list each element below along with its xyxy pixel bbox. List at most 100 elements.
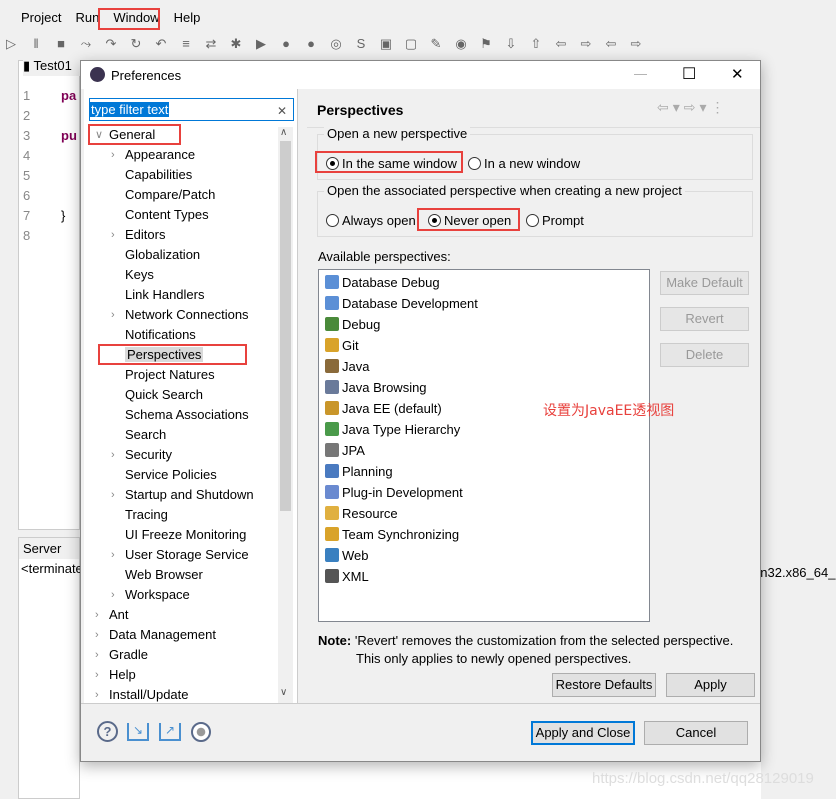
- toolbar-button-icon[interactable]: ▷: [2, 35, 20, 53]
- scroll-down-icon[interactable]: ∨: [280, 687, 287, 698]
- tree-item-help[interactable]: › Help: [95, 665, 136, 685]
- perspectives-list[interactable]: Database Debug Database Development Debug G…: [318, 269, 650, 622]
- toolbar-button-icon[interactable]: ⇦: [602, 35, 620, 53]
- toolbar-button-icon[interactable]: ↶: [152, 35, 170, 53]
- toolbar-button-icon[interactable]: ↻: [127, 35, 145, 53]
- server-tab[interactable]: Server: [19, 538, 79, 559]
- toolbar-button-icon[interactable]: ⤳: [77, 35, 95, 53]
- perspective-item[interactable]: Java Type Hierarchy: [325, 419, 460, 440]
- perspective-item[interactable]: Planning: [325, 461, 393, 482]
- tree-item-editors[interactable]: › Editors: [111, 225, 165, 245]
- toolbar-button-icon[interactable]: S: [352, 35, 370, 53]
- toolbar-button-icon[interactable]: ↷: [102, 35, 120, 53]
- perspective-item[interactable]: Java EE (default): [325, 398, 442, 419]
- record-icon[interactable]: [191, 722, 211, 742]
- tree-item-content-types[interactable]: Content Types: [125, 205, 209, 225]
- toolbar-button-icon[interactable]: ⇨: [577, 35, 595, 53]
- radio-always-open[interactable]: Always open: [326, 213, 416, 228]
- tree-item-capabilities[interactable]: Capabilities: [125, 165, 192, 185]
- toolbar-button-icon[interactable]: ▶: [252, 35, 270, 53]
- menu-run[interactable]: Run: [68, 10, 106, 25]
- chevron-right-icon[interactable]: ›: [111, 445, 115, 465]
- tree-item-search[interactable]: Search: [125, 425, 166, 445]
- toolbar-button-icon[interactable]: ⇦: [552, 35, 570, 53]
- filter-input[interactable]: type filter text ✕: [89, 98, 294, 121]
- apply-and-close-button[interactable]: Apply and Close: [531, 721, 635, 745]
- tree-item-gradle[interactable]: › Gradle: [95, 645, 148, 665]
- revert-button[interactable]: Revert: [660, 307, 749, 331]
- maximize-button[interactable]: ☐: [682, 64, 696, 84]
- tree-item-project-natures[interactable]: Project Natures: [125, 365, 215, 385]
- perspective-item[interactable]: Web: [325, 545, 369, 566]
- chevron-right-icon[interactable]: ›: [95, 625, 99, 645]
- radio-never-open[interactable]: Never open: [428, 213, 511, 228]
- perspective-item[interactable]: Database Development: [325, 293, 478, 314]
- toolbar-button-icon[interactable]: ●: [302, 35, 320, 53]
- tree-item-data-management[interactable]: › Data Management: [95, 625, 216, 645]
- perspective-item[interactable]: Java: [325, 356, 369, 377]
- toolbar-button-icon[interactable]: ⇨: [627, 35, 645, 53]
- toolbar-button-icon[interactable]: ⇄: [202, 35, 220, 53]
- chevron-right-icon[interactable]: ›: [95, 665, 99, 685]
- tree-item-network-connections[interactable]: › Network Connections: [111, 305, 249, 325]
- toolbar-button-icon[interactable]: ⇧: [527, 35, 545, 53]
- restore-defaults-button[interactable]: Restore Defaults: [552, 673, 656, 697]
- toolbar-button-icon[interactable]: ■: [52, 35, 70, 53]
- chevron-right-icon[interactable]: ›: [111, 485, 115, 505]
- radio-same-window[interactable]: In the same window: [326, 156, 457, 171]
- delete-button[interactable]: Delete: [660, 343, 749, 367]
- tree-item-workspace[interactable]: › Workspace: [111, 585, 190, 605]
- toolbar-button-icon[interactable]: ✎: [427, 35, 445, 53]
- tree-scrollbar-thumb[interactable]: [280, 141, 291, 511]
- help-icon[interactable]: ?: [97, 721, 118, 742]
- toolbar-button-icon[interactable]: ◎: [327, 35, 345, 53]
- toolbar-button-icon[interactable]: ●: [277, 35, 295, 53]
- menu-window[interactable]: Window: [106, 10, 166, 25]
- cancel-button[interactable]: Cancel: [644, 721, 748, 745]
- menu-help[interactable]: Help: [167, 10, 208, 25]
- perspective-item[interactable]: Team Synchronizing: [325, 524, 459, 545]
- chevron-right-icon[interactable]: ›: [111, 585, 115, 605]
- export-icon[interactable]: ↗: [159, 723, 181, 741]
- import-icon[interactable]: ↘: [127, 723, 149, 741]
- chevron-right-icon[interactable]: ›: [95, 685, 99, 703]
- tree-item-notifications[interactable]: Notifications: [125, 325, 196, 345]
- chevron-right-icon[interactable]: ›: [111, 545, 115, 565]
- close-button[interactable]: ✕: [731, 65, 744, 83]
- chevron-right-icon[interactable]: ›: [111, 225, 115, 245]
- chevron-right-icon[interactable]: ›: [111, 145, 115, 165]
- make-default-button[interactable]: Make Default: [660, 271, 749, 295]
- tree-item-ui-freeze-monitoring[interactable]: UI Freeze Monitoring: [125, 525, 246, 545]
- editor-tab[interactable]: ▮ Test01: [23, 56, 83, 76]
- toolbar-button-icon[interactable]: ‖: [27, 35, 45, 53]
- minimize-button[interactable]: —: [634, 66, 647, 81]
- perspective-item[interactable]: Java Browsing: [325, 377, 427, 398]
- tree-item-appearance[interactable]: › Appearance: [111, 145, 195, 165]
- perspective-item[interactable]: Plug-in Development: [325, 482, 463, 503]
- tree-item-link-handlers[interactable]: Link Handlers: [125, 285, 205, 305]
- perspective-item[interactable]: JPA: [325, 440, 365, 461]
- toolbar-button-icon[interactable]: ▢: [402, 35, 420, 53]
- toolbar-button-icon[interactable]: ⚑: [477, 35, 495, 53]
- apply-button[interactable]: Apply: [666, 673, 755, 697]
- tree-item-service-policies[interactable]: Service Policies: [125, 465, 217, 485]
- tree-item-keys[interactable]: Keys: [125, 265, 154, 285]
- tree-item-perspectives[interactable]: Perspectives: [125, 345, 204, 365]
- toolbar-button-icon[interactable]: ⇩: [502, 35, 520, 53]
- tree-item-user-storage-service[interactable]: › User Storage Service: [111, 545, 249, 565]
- tree-item-tracing[interactable]: Tracing: [125, 505, 168, 525]
- chevron-right-icon[interactable]: ›: [95, 605, 99, 625]
- tree-item-ant[interactable]: › Ant: [95, 605, 129, 625]
- tree-item-install-update[interactable]: › Install/Update: [95, 685, 189, 703]
- perspective-item[interactable]: XML: [325, 566, 369, 587]
- tree-item-web-browser[interactable]: Web Browser: [125, 565, 203, 585]
- radio-new-window[interactable]: In a new window: [468, 156, 580, 171]
- tree-item-quick-search[interactable]: Quick Search: [125, 385, 203, 405]
- tree-item-schema-associations[interactable]: Schema Associations: [125, 405, 249, 425]
- perspective-item[interactable]: Debug: [325, 314, 380, 335]
- tree-item-general[interactable]: ∨ General: [95, 125, 155, 145]
- chevron-down-icon[interactable]: ∨: [95, 125, 103, 145]
- perspective-item[interactable]: Git: [325, 335, 359, 356]
- toolbar-button-icon[interactable]: ≡: [177, 35, 195, 53]
- perspective-item[interactable]: Resource: [325, 503, 398, 524]
